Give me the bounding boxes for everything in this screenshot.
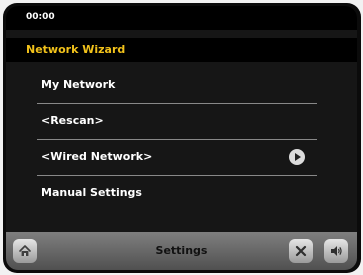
status-time: 00:00 xyxy=(26,12,55,22)
menu-item-label: <Rescan> xyxy=(41,114,104,127)
close-icon xyxy=(295,245,307,257)
status-bar: 00:00 xyxy=(6,6,357,30)
volume-icon xyxy=(331,246,342,256)
menu-item-wired-network[interactable]: <Wired Network> xyxy=(6,140,357,176)
menu-item-rescan[interactable]: <Rescan> xyxy=(6,104,357,140)
screen: 00:00 Network Wizard My Network <Rescan>… xyxy=(6,6,357,232)
menu-item-label: <Wired Network> xyxy=(41,150,153,163)
chevron-right-icon[interactable] xyxy=(289,149,305,165)
menu-item-label: Manual Settings xyxy=(41,186,142,199)
close-button[interactable] xyxy=(289,239,313,263)
menu-item-manual-settings[interactable]: Manual Settings xyxy=(6,176,357,212)
menu-item-label: My Network xyxy=(41,78,116,91)
volume-button[interactable] xyxy=(324,239,348,263)
menu-list: My Network <Rescan> <Wired Network> Manu… xyxy=(6,68,357,212)
bottom-bar: Settings xyxy=(6,232,357,270)
page-title: Network Wizard xyxy=(26,43,126,56)
title-bar: Network Wizard xyxy=(6,38,357,62)
menu-item-my-network[interactable]: My Network xyxy=(6,68,357,104)
